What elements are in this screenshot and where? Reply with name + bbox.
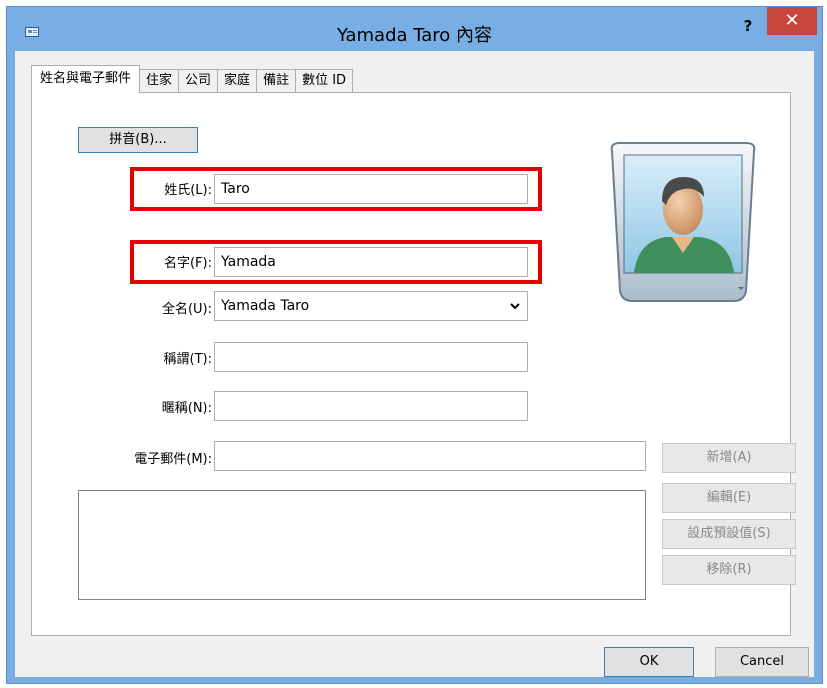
chevron-down-icon[interactable] xyxy=(509,292,521,330)
add-email-button[interactable]: 新增(A) xyxy=(662,443,796,473)
tab-name-and-email[interactable]: 姓名與電子郵件 xyxy=(31,65,141,93)
full-name-label: 全名(U): xyxy=(161,302,212,317)
nickname-label: 暱稱(N): xyxy=(161,401,212,416)
properties-dialog: Yamada Taro 內容 ? ✕ 姓名與電子郵件 住家 公司 家庭 備註 數… xyxy=(6,6,823,684)
email-field[interactable] xyxy=(214,441,646,471)
set-default-email-button[interactable]: 設成預設值(S) xyxy=(662,519,796,549)
title-field[interactable] xyxy=(214,342,528,372)
close-button[interactable]: ✕ xyxy=(767,7,817,35)
first-name-label: 名字(F): xyxy=(163,256,212,271)
tab-strip: 姓名與電子郵件 住家 公司 家庭 備註 數位 ID xyxy=(31,65,354,93)
cancel-button[interactable]: Cancel xyxy=(715,647,809,677)
ok-button[interactable]: OK xyxy=(604,647,694,677)
phonetic-button[interactable]: 拼音(B)... xyxy=(78,127,198,153)
name-and-email-panel: 拼音(B)... 姓氏(L): Taro 名字(F): Yamada 全名(U)… xyxy=(31,92,796,636)
tab-digital-id[interactable]: 數位 ID xyxy=(295,69,354,92)
last-name-field[interactable]: Taro xyxy=(214,174,528,204)
tab-home[interactable]: 住家 xyxy=(139,69,180,92)
tab-family[interactable]: 家庭 xyxy=(217,69,258,92)
full-name-select[interactable]: Yamada Taro xyxy=(214,291,528,321)
first-name-field[interactable]: Yamada xyxy=(214,247,528,277)
full-name-value: Yamada Taro xyxy=(221,298,310,314)
window-title: Yamada Taro 內容 xyxy=(336,25,493,46)
tab-notes[interactable]: 備註 xyxy=(256,69,297,92)
contact-avatar-icon[interactable] xyxy=(604,141,762,305)
help-button[interactable]: ? xyxy=(737,15,759,37)
email-label: 電子郵件(M): xyxy=(134,452,212,467)
email-list[interactable] xyxy=(78,490,646,600)
dialog-client-area: 姓名與電子郵件 住家 公司 家庭 備註 數位 ID 拼音(B)... 姓氏(L)… xyxy=(15,51,814,677)
title-bar[interactable]: Yamada Taro 內容 ? ✕ xyxy=(7,7,822,51)
remove-email-button[interactable]: 移除(R) xyxy=(662,555,796,585)
edit-email-button[interactable]: 編輯(E) xyxy=(662,483,796,513)
nickname-field[interactable] xyxy=(214,391,528,421)
last-name-label: 姓氏(L): xyxy=(164,183,212,198)
tab-business[interactable]: 公司 xyxy=(178,69,219,92)
title-label: 稱謂(T): xyxy=(163,352,212,367)
